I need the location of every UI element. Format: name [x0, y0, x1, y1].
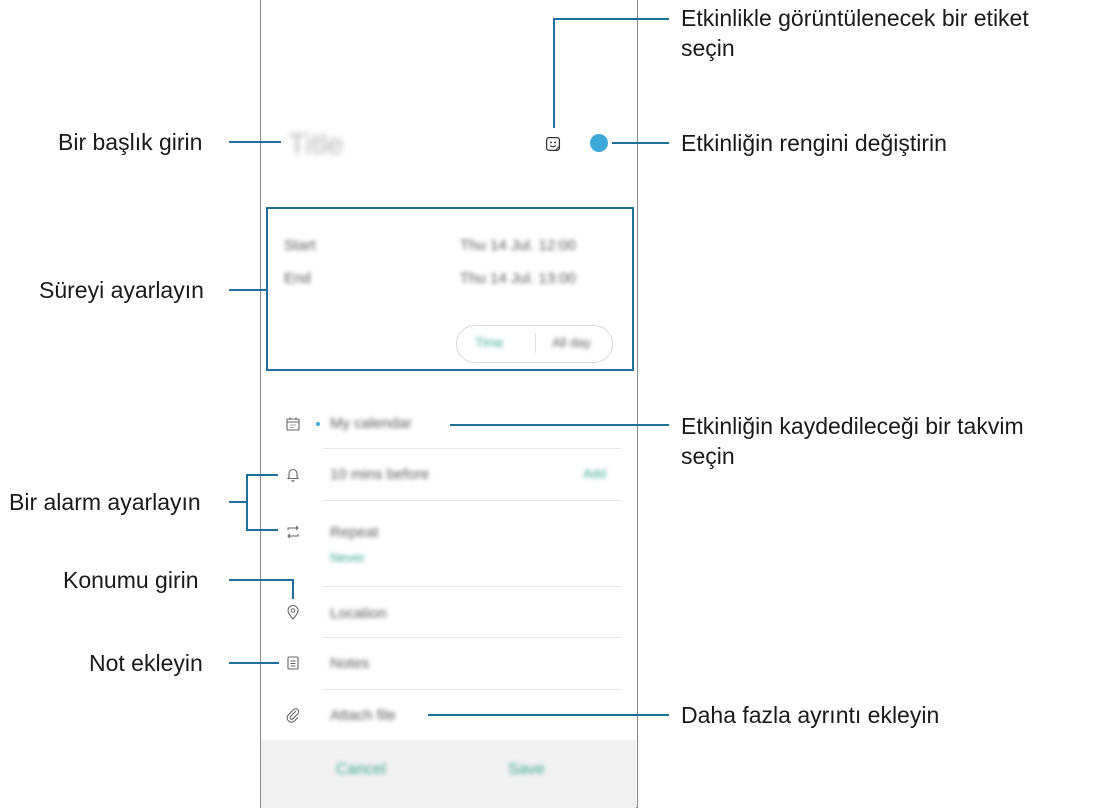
callout-line-color — [612, 142, 669, 144]
cancel-button[interactable]: Cancel — [336, 761, 386, 779]
callout-line-title — [229, 141, 281, 143]
callout-color: Etkinliğin rengini değiştirin — [681, 130, 947, 156]
bottom-action-bar — [261, 740, 636, 808]
callout-line-duration — [229, 289, 266, 291]
note-icon — [284, 654, 302, 672]
callout-details: Daha fazla ayrıntı ekleyin — [681, 702, 940, 728]
save-button[interactable]: Save — [508, 761, 544, 779]
callout-line-details — [428, 714, 669, 716]
callout-duration: Süreyi ayarlayın — [39, 277, 204, 303]
callout-line-note — [229, 662, 279, 664]
duration-highlight — [266, 207, 634, 371]
location-input[interactable]: Location — [330, 605, 387, 622]
callout-line-location — [229, 579, 294, 581]
calendar-color-dot — [316, 422, 320, 426]
callout-line-alarm — [229, 501, 247, 503]
callout-location: Konumu girin — [63, 567, 199, 593]
add-alarm-button[interactable]: Add — [583, 466, 606, 481]
callout-calendar: Etkinliğin kaydedileceği bir takvim seçi… — [681, 413, 1024, 469]
repeat-value[interactable]: Never — [330, 550, 365, 565]
callout-note: Not ekleyin — [89, 650, 203, 676]
callout-sticker: Etkinlikle görüntülenecek bir etiket seç… — [681, 5, 1029, 61]
notes-input[interactable]: Notes — [330, 655, 369, 672]
bell-icon — [284, 465, 302, 483]
callout-line-sticker — [553, 18, 555, 128]
callout-line-calendar — [450, 424, 669, 426]
location-pin-icon — [284, 603, 302, 621]
attach-file-button[interactable]: Attach file — [330, 707, 396, 724]
calendar-select[interactable]: My calendar — [330, 415, 412, 432]
attachment-icon — [284, 706, 302, 724]
repeat-label[interactable]: Repeat — [330, 524, 378, 541]
event-editor-screen — [260, 0, 638, 808]
calendar-icon — [284, 415, 302, 433]
alarm-select[interactable]: 10 mins before — [330, 466, 429, 483]
title-input[interactable]: Title — [288, 128, 344, 162]
repeat-icon — [284, 523, 302, 541]
callout-alarm: Bir alarm ayarlayın — [9, 489, 201, 515]
event-color-button[interactable] — [590, 134, 608, 152]
sticker-icon[interactable] — [543, 134, 563, 154]
callout-title: Bir başlık girin — [58, 129, 203, 155]
